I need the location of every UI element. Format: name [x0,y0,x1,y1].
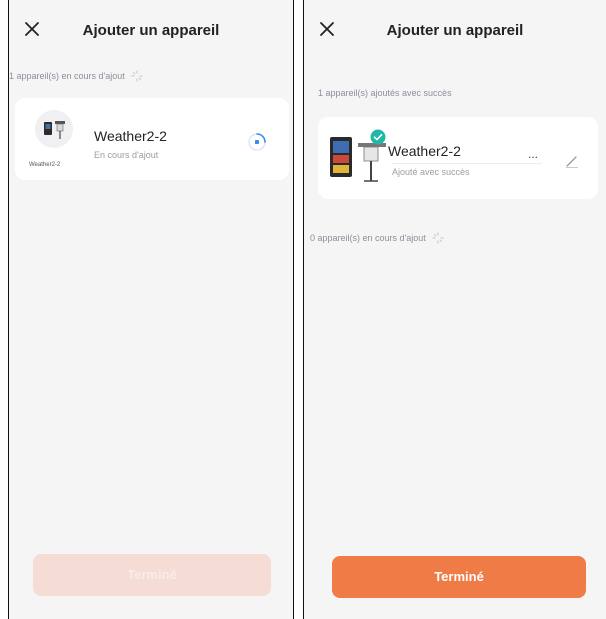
add-device-screen-success: Ajouter un appareil 1 appareil(s) ajouté… [303,0,606,619]
loading-spinner-icon [131,70,143,82]
adding-count-text: 1 appareil(s) en cours d'ajout [9,71,125,81]
done-button-disabled[interactable]: Terminé [33,554,271,596]
name-field-underline [392,163,542,164]
adding-progress-icon [247,132,267,152]
device-thumbnail-caption: Weather2-2 [29,162,61,168]
header: Ajouter un appareil [304,0,606,60]
success-check-icon [370,129,386,145]
edit-name-button[interactable] [564,153,580,169]
adding-count-text: 0 appareil(s) en cours d'ajout [310,233,426,243]
device-status: Ajouté avec succès [392,167,470,177]
weather-station-icon [44,121,65,139]
header: Ajouter un appareil [9,0,293,60]
device-thumbnail [35,110,73,148]
page-title: Ajouter un appareil [82,22,220,39]
pencil-icon [566,156,578,168]
adding-count-label: 1 appareil(s) en cours d'ajout [9,70,143,82]
done-button[interactable]: Terminé [332,556,586,598]
device-card-adding[interactable]: Weather2-2 Weather2-2 En cours d'ajout [15,98,289,180]
success-count-label: 1 appareil(s) ajoutés avec succès [318,88,452,98]
loading-spinner-icon [432,232,444,244]
name-overflow-ellipsis: ... [528,147,539,161]
page-title: Ajouter un appareil [386,22,524,39]
device-status: En cours d'ajout [94,150,159,160]
add-device-screen-in-progress: Ajouter un appareil 1 appareil(s) en cou… [8,0,294,619]
adding-count-label: 0 appareil(s) en cours d'ajout [310,232,444,244]
device-name: Weather2-2 [388,143,461,159]
device-name: Weather2-2 [94,128,167,144]
device-card-success[interactable]: Weather2-2 ... Ajouté avec succès [318,117,598,199]
